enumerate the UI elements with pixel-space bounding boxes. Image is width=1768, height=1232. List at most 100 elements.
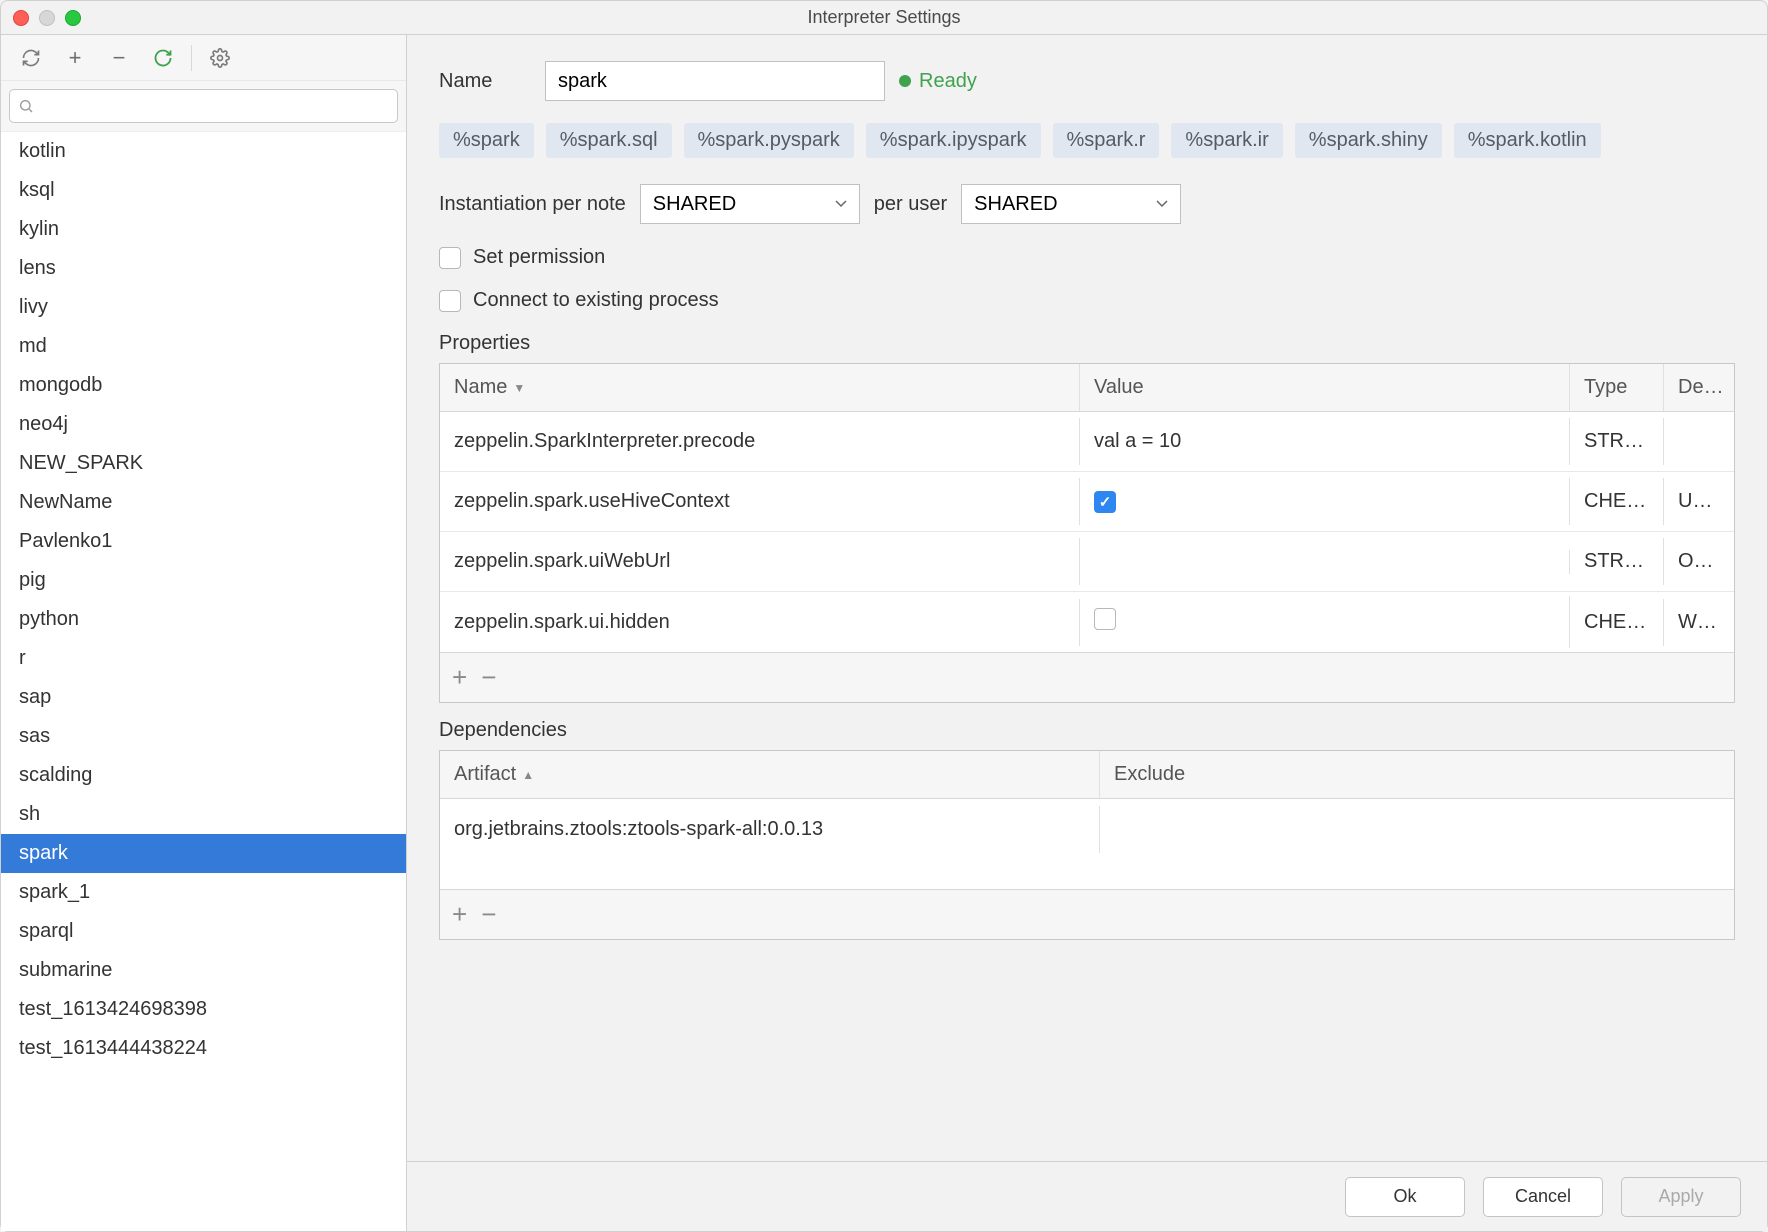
interpreter-tag[interactable]: %spark.pyspark: [684, 123, 854, 158]
sidebar-item-livy[interactable]: livy: [1, 288, 406, 327]
dependency-row[interactable]: org.jetbrains.ztools:ztools-spark-all:0.…: [440, 799, 1734, 859]
property-type: CHE…: [1570, 478, 1664, 525]
per-user-select[interactable]: SHARED: [961, 184, 1181, 224]
sort-asc-icon: ▲: [522, 768, 534, 782]
property-desc: O…: [1664, 538, 1734, 585]
remove-interpreter-button[interactable]: −: [97, 40, 141, 76]
ok-button[interactable]: Ok: [1345, 1177, 1465, 1217]
sidebar-toolbar: + −: [1, 35, 406, 81]
sidebar-item-sap[interactable]: sap: [1, 678, 406, 717]
sidebar-search-input[interactable]: [9, 89, 398, 123]
status-text: Ready: [919, 70, 977, 93]
property-type: STR…: [1570, 538, 1664, 585]
properties-col-desc[interactable]: De…: [1664, 364, 1734, 411]
connect-existing-checkbox[interactable]: [439, 290, 461, 312]
property-value[interactable]: [1080, 550, 1570, 574]
sort-desc-icon: ▼: [513, 381, 525, 395]
connect-existing-label: Connect to existing process: [473, 289, 719, 312]
dialog-footer: Ok Cancel Apply: [407, 1161, 1767, 1231]
titlebar: Interpreter Settings: [1, 1, 1767, 35]
interpreter-tag[interactable]: %spark: [439, 123, 534, 158]
property-value[interactable]: val a = 10: [1080, 418, 1570, 465]
instantiation-label: Instantiation per note: [439, 193, 626, 216]
property-desc: [1664, 430, 1734, 454]
sidebar-item-pig[interactable]: pig: [1, 561, 406, 600]
properties-col-value[interactable]: Value: [1080, 364, 1570, 411]
toolbar-separator: [191, 45, 192, 71]
property-name: zeppelin.SparkInterpreter.precode: [440, 418, 1080, 465]
sidebar-item-python[interactable]: python: [1, 600, 406, 639]
sidebar-item-spark_1[interactable]: spark_1: [1, 873, 406, 912]
properties-remove-button[interactable]: −: [481, 662, 496, 693]
sidebar-item-lens[interactable]: lens: [1, 249, 406, 288]
status-indicator: Ready: [899, 70, 977, 93]
dependencies-title: Dependencies: [439, 719, 1735, 742]
sidebar-item-NewName[interactable]: NewName: [1, 483, 406, 522]
property-value-checkbox[interactable]: [1094, 491, 1116, 513]
property-value[interactable]: [1080, 596, 1570, 648]
properties-col-type[interactable]: Type: [1570, 364, 1664, 411]
interpreter-tag[interactable]: %spark.r: [1053, 123, 1160, 158]
refresh-button[interactable]: [9, 40, 53, 76]
sidebar-item-sparql[interactable]: sparql: [1, 912, 406, 951]
sidebar-item-ksql[interactable]: ksql: [1, 171, 406, 210]
dependencies-col-artifact[interactable]: Artifact ▲: [440, 751, 1100, 798]
property-desc: W…: [1664, 599, 1734, 646]
properties-add-button[interactable]: +: [452, 662, 467, 693]
interpreter-tag[interactable]: %spark.sql: [546, 123, 672, 158]
dependencies-add-button[interactable]: +: [452, 899, 467, 930]
per-user-label: per user: [874, 193, 947, 216]
restart-button[interactable]: [141, 40, 185, 76]
sidebar-item-submarine[interactable]: submarine: [1, 951, 406, 990]
sidebar-item-test_1613424698398[interactable]: test_1613424698398: [1, 990, 406, 1029]
sidebar-item-sas[interactable]: sas: [1, 717, 406, 756]
cancel-button[interactable]: Cancel: [1483, 1177, 1603, 1217]
property-row[interactable]: zeppelin.SparkInterpreter.precodeval a =…: [440, 412, 1734, 472]
interpreter-tags: %spark %spark.sql %spark.pyspark %spark.ipy…: [439, 123, 1735, 158]
sidebar-item-kylin[interactable]: kylin: [1, 210, 406, 249]
settings-gear-button[interactable]: [198, 40, 242, 76]
name-input[interactable]: [545, 61, 885, 101]
status-dot-icon: [899, 75, 911, 87]
property-desc: Us…: [1664, 478, 1734, 525]
interpreter-tag[interactable]: %spark.kotlin: [1454, 123, 1601, 158]
interpreter-tag[interactable]: %spark.ir: [1171, 123, 1282, 158]
property-value[interactable]: [1080, 478, 1570, 525]
property-row[interactable]: zeppelin.spark.uiWebUrlSTR…O…: [440, 532, 1734, 592]
add-interpreter-button[interactable]: +: [53, 40, 97, 76]
set-permission-checkbox[interactable]: [439, 247, 461, 269]
property-value-checkbox[interactable]: [1094, 608, 1116, 630]
interpreter-tag[interactable]: %spark.ipyspark: [866, 123, 1041, 158]
apply-button[interactable]: Apply: [1621, 1177, 1741, 1217]
sidebar: + − kotlinksqlkylinlenslivymdmongodbneo4…: [1, 35, 407, 1231]
dependencies-remove-button[interactable]: −: [481, 899, 496, 930]
property-row[interactable]: zeppelin.spark.useHiveContext CHE…Us…: [440, 472, 1734, 532]
sidebar-item-neo4j[interactable]: neo4j: [1, 405, 406, 444]
instantiation-select[interactable]: SHARED: [640, 184, 860, 224]
property-row[interactable]: zeppelin.spark.ui.hiddenCHE…W…: [440, 592, 1734, 652]
property-name: zeppelin.spark.useHiveContext: [440, 478, 1080, 525]
sidebar-item-spark[interactable]: spark: [1, 834, 406, 873]
dependency-exclude: [1100, 817, 1734, 841]
sidebar-item-r[interactable]: r: [1, 639, 406, 678]
dependency-artifact: org.jetbrains.ztools:ztools-spark-all:0.…: [440, 806, 1100, 853]
set-permission-label: Set permission: [473, 246, 605, 269]
sidebar-item-kotlin[interactable]: kotlin: [1, 132, 406, 171]
name-label: Name: [439, 70, 531, 93]
sidebar-item-NEW_SPARK[interactable]: NEW_SPARK: [1, 444, 406, 483]
sidebar-item-sh[interactable]: sh: [1, 795, 406, 834]
property-type: STR…: [1570, 418, 1664, 465]
property-name: zeppelin.spark.ui.hidden: [440, 599, 1080, 646]
properties-col-name[interactable]: Name ▼: [440, 364, 1080, 411]
properties-table: Name ▼ Value Type De… zeppelin.SparkInte…: [439, 363, 1735, 703]
sidebar-item-Pavlenko1[interactable]: Pavlenko1: [1, 522, 406, 561]
window-title: Interpreter Settings: [1, 7, 1767, 28]
interpreter-list[interactable]: kotlinksqlkylinlenslivymdmongodbneo4jNEW…: [1, 132, 406, 1231]
sidebar-item-scalding[interactable]: scalding: [1, 756, 406, 795]
dependencies-col-exclude[interactable]: Exclude: [1100, 751, 1734, 798]
sidebar-item-mongodb[interactable]: mongodb: [1, 366, 406, 405]
sidebar-item-md[interactable]: md: [1, 327, 406, 366]
interpreter-tag[interactable]: %spark.shiny: [1295, 123, 1442, 158]
sidebar-item-test_1613444438224[interactable]: test_1613444438224: [1, 1029, 406, 1068]
properties-title: Properties: [439, 332, 1735, 355]
